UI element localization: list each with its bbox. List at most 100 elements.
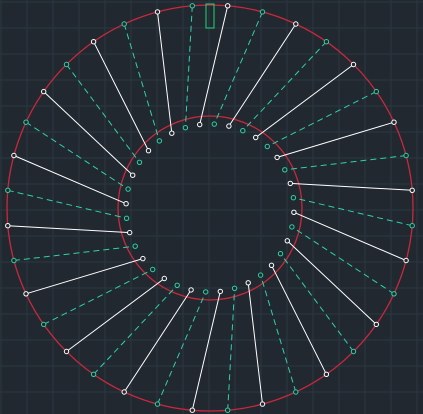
outer-vertex-marker[interactable] [323, 371, 330, 377]
inner-vertex-marker[interactable] [156, 138, 163, 144]
spoke-dashed[interactable] [260, 274, 297, 393]
inner-vertex-marker[interactable] [127, 229, 133, 236]
inner-vertex-marker[interactable] [274, 154, 280, 161]
outer-vertex-marker[interactable] [350, 61, 357, 68]
inner-vertex-marker[interactable] [253, 134, 259, 141]
inner-circle[interactable] [117, 115, 303, 301]
outer-vertex-marker[interactable] [5, 223, 11, 229]
spoke-dashed[interactable] [43, 269, 153, 325]
inner-vertex-marker[interactable] [182, 125, 189, 131]
spoke-solid[interactable] [13, 155, 127, 205]
spoke-solid[interactable] [7, 225, 130, 234]
cad-canvas[interactable] [0, 0, 423, 414]
outer-vertex-marker[interactable] [350, 348, 357, 355]
inner-vertex-marker[interactable] [197, 121, 203, 128]
outer-vertex-marker[interactable] [189, 3, 196, 9]
inner-vertex-marker[interactable] [264, 143, 270, 150]
spoke-dashed[interactable] [7, 189, 127, 219]
spoke-solid[interactable] [93, 41, 149, 151]
outer-vertex-marker[interactable] [373, 88, 379, 95]
outer-vertex-marker[interactable] [23, 119, 29, 125]
outer-vertex-marker[interactable] [90, 39, 97, 45]
spoke-solid[interactable] [157, 11, 173, 134]
inner-vertex-marker[interactable] [145, 148, 152, 154]
spoke-solid[interactable] [271, 265, 327, 375]
spoke-dashed[interactable] [13, 245, 136, 261]
spoke-solid[interactable] [123, 289, 192, 393]
inner-vertex-marker[interactable] [123, 201, 129, 207]
outer-vertex-marker[interactable] [63, 61, 70, 68]
spoke-dashed[interactable] [291, 226, 395, 295]
spoke-solid[interactable] [247, 282, 263, 405]
spoke-dashed[interactable] [184, 5, 193, 128]
outer-vertex-marker[interactable] [5, 187, 11, 194]
inner-vertex-marker[interactable] [277, 251, 284, 257]
outer-vertex-marker[interactable] [63, 348, 70, 355]
inner-vertex-marker[interactable] [284, 238, 290, 244]
outer-vertex-marker[interactable] [409, 187, 415, 194]
outer-vertex-marker[interactable] [11, 152, 17, 159]
inner-vertex-marker[interactable] [136, 159, 143, 166]
spoke-solid[interactable] [276, 121, 395, 158]
spoke-solid[interactable] [228, 23, 297, 127]
outer-vertex-marker[interactable] [121, 21, 127, 27]
outer-vertex-marker[interactable] [323, 39, 330, 45]
grid-layer [0, 0, 423, 414]
inner-vertex-marker[interactable] [289, 224, 295, 230]
inner-vertex-marker[interactable] [287, 180, 293, 187]
spoke-dashed[interactable] [123, 23, 160, 142]
inner-vertex-marker[interactable] [245, 280, 251, 286]
inner-vertex-marker[interactable] [231, 285, 238, 291]
outer-vertex-marker[interactable] [90, 371, 97, 377]
spoke-dashed[interactable] [293, 197, 413, 227]
inner-vertex-marker[interactable] [211, 121, 218, 127]
outer-vertex-marker[interactable] [121, 389, 127, 395]
outer-vertex-marker[interactable] [41, 321, 47, 328]
spoke-solid[interactable] [25, 258, 144, 295]
outer-vertex-marker[interactable] [154, 401, 161, 407]
inner-vertex-marker[interactable] [132, 243, 138, 249]
ucs-marker-rectangle[interactable] [205, 3, 215, 29]
inner-vertex-marker[interactable] [188, 287, 194, 293]
outer-vertex-marker[interactable] [373, 321, 379, 328]
inner-vertex-marker[interactable] [169, 130, 175, 136]
spoke-dashed[interactable] [267, 91, 377, 147]
outer-vertex-marker[interactable] [259, 9, 266, 15]
inner-vertex-marker[interactable] [123, 215, 130, 222]
outer-vertex-marker[interactable] [391, 119, 397, 125]
outer-vertex-marker[interactable] [293, 389, 299, 395]
inner-vertex-marker[interactable] [150, 266, 156, 273]
inner-vertex-marker[interactable] [282, 167, 288, 173]
outer-vertex-marker[interactable] [225, 407, 231, 413]
outer-vertex-marker[interactable] [225, 3, 231, 9]
cad-drawing-viewport[interactable] [0, 0, 423, 414]
vertex-layer [5, 3, 415, 413]
spoke-layer [7, 5, 413, 411]
inner-vertex-marker[interactable] [268, 262, 275, 268]
inner-vertex-marker[interactable] [130, 172, 136, 178]
inner-vertex-marker[interactable] [226, 123, 232, 129]
outer-vertex-marker[interactable] [391, 291, 397, 297]
inner-vertex-marker[interactable] [257, 272, 264, 278]
outer-vertex-marker[interactable] [189, 407, 196, 413]
inner-vertex-marker[interactable] [217, 288, 224, 295]
inner-vertex-marker[interactable] [240, 128, 246, 134]
inner-vertex-marker[interactable] [161, 275, 168, 282]
inner-vertex-marker[interactable] [291, 209, 297, 216]
outer-vertex-marker[interactable] [41, 88, 47, 95]
outer-vertex-marker[interactable] [259, 401, 266, 407]
inner-vertex-marker[interactable] [125, 186, 131, 192]
outer-vertex-marker[interactable] [403, 257, 409, 264]
inner-vertex-marker[interactable] [140, 255, 146, 262]
outer-vertex-marker[interactable] [11, 257, 17, 264]
outer-vertex-marker[interactable] [23, 291, 29, 297]
inner-vertex-marker[interactable] [174, 282, 180, 288]
outer-vertex-marker[interactable] [154, 9, 161, 15]
spoke-dashed[interactable] [213, 11, 263, 125]
spoke-dashed[interactable] [157, 291, 207, 405]
inner-vertex-marker[interactable] [290, 195, 297, 201]
outer-vertex-marker[interactable] [403, 152, 409, 159]
inner-vertex-marker[interactable] [203, 289, 209, 295]
outer-vertex-marker[interactable] [409, 223, 415, 229]
outer-vertex-marker[interactable] [293, 21, 299, 27]
